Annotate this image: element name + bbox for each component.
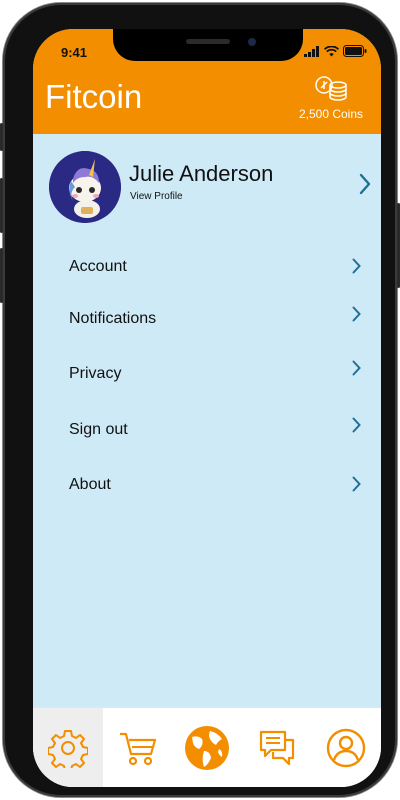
tab-messages[interactable] bbox=[242, 708, 312, 787]
status-icons bbox=[304, 45, 367, 57]
chevron-right-icon bbox=[352, 258, 361, 274]
profile-name: Julie Anderson bbox=[129, 161, 274, 186]
menu-item-label: Account bbox=[69, 258, 127, 275]
menu-item-label: Privacy bbox=[69, 365, 122, 382]
gear-icon bbox=[47, 729, 88, 768]
cart-icon bbox=[120, 732, 157, 765]
chevron-right-icon bbox=[352, 476, 361, 492]
front-camera bbox=[248, 38, 256, 46]
coin-count: 2,500 Coins bbox=[298, 107, 364, 121]
unicorn-avatar bbox=[49, 151, 121, 223]
bottom-tab-bar bbox=[33, 707, 381, 787]
menu-item-notifications[interactable]: Notifications bbox=[33, 298, 381, 338]
coins-icon bbox=[315, 76, 347, 101]
tab-profile[interactable] bbox=[311, 708, 381, 787]
menu-item-label: Sign out bbox=[69, 421, 128, 438]
tab-settings[interactable] bbox=[33, 708, 103, 787]
menu-item-account[interactable]: Account bbox=[33, 246, 381, 286]
signal-icon bbox=[304, 45, 319, 57]
volume-down-button bbox=[0, 248, 3, 303]
notch bbox=[113, 29, 303, 61]
mute-switch bbox=[0, 123, 3, 151]
volume-up-button bbox=[0, 178, 3, 233]
chat-icon bbox=[259, 730, 294, 765]
status-time: 9:41 bbox=[61, 45, 88, 60]
profile-row[interactable]: Julie Anderson View Profile bbox=[49, 151, 371, 225]
wifi-icon bbox=[324, 45, 339, 56]
app-screen: 9:41 Fitcoin 2,500 Coins Julie Anderson … bbox=[33, 29, 381, 787]
app-title: Fitcoin bbox=[45, 78, 143, 115]
coin-balance[interactable]: 2,500 Coins bbox=[291, 75, 371, 121]
menu-item-sign-out[interactable]: Sign out bbox=[33, 409, 381, 449]
battery-icon bbox=[343, 45, 367, 57]
chevron-right-icon bbox=[352, 306, 361, 322]
menu-item-privacy[interactable]: Privacy bbox=[33, 353, 381, 393]
profile-icon bbox=[326, 728, 366, 767]
menu-item-label: About bbox=[69, 476, 111, 493]
tab-shop[interactable] bbox=[103, 708, 173, 787]
speaker-grille bbox=[186, 39, 230, 44]
chevron-right-icon bbox=[352, 417, 361, 433]
chevron-right-icon bbox=[352, 360, 361, 376]
phone-frame: 9:41 Fitcoin 2,500 Coins Julie Anderson … bbox=[0, 3, 400, 797]
menu-item-label: Notifications bbox=[69, 310, 157, 327]
globe-icon bbox=[184, 725, 229, 770]
tab-world[interactable] bbox=[172, 708, 242, 787]
view-profile-link[interactable]: View Profile bbox=[130, 191, 183, 202]
chevron-right-icon[interactable] bbox=[359, 173, 371, 195]
menu-item-about[interactable]: About bbox=[33, 464, 381, 504]
